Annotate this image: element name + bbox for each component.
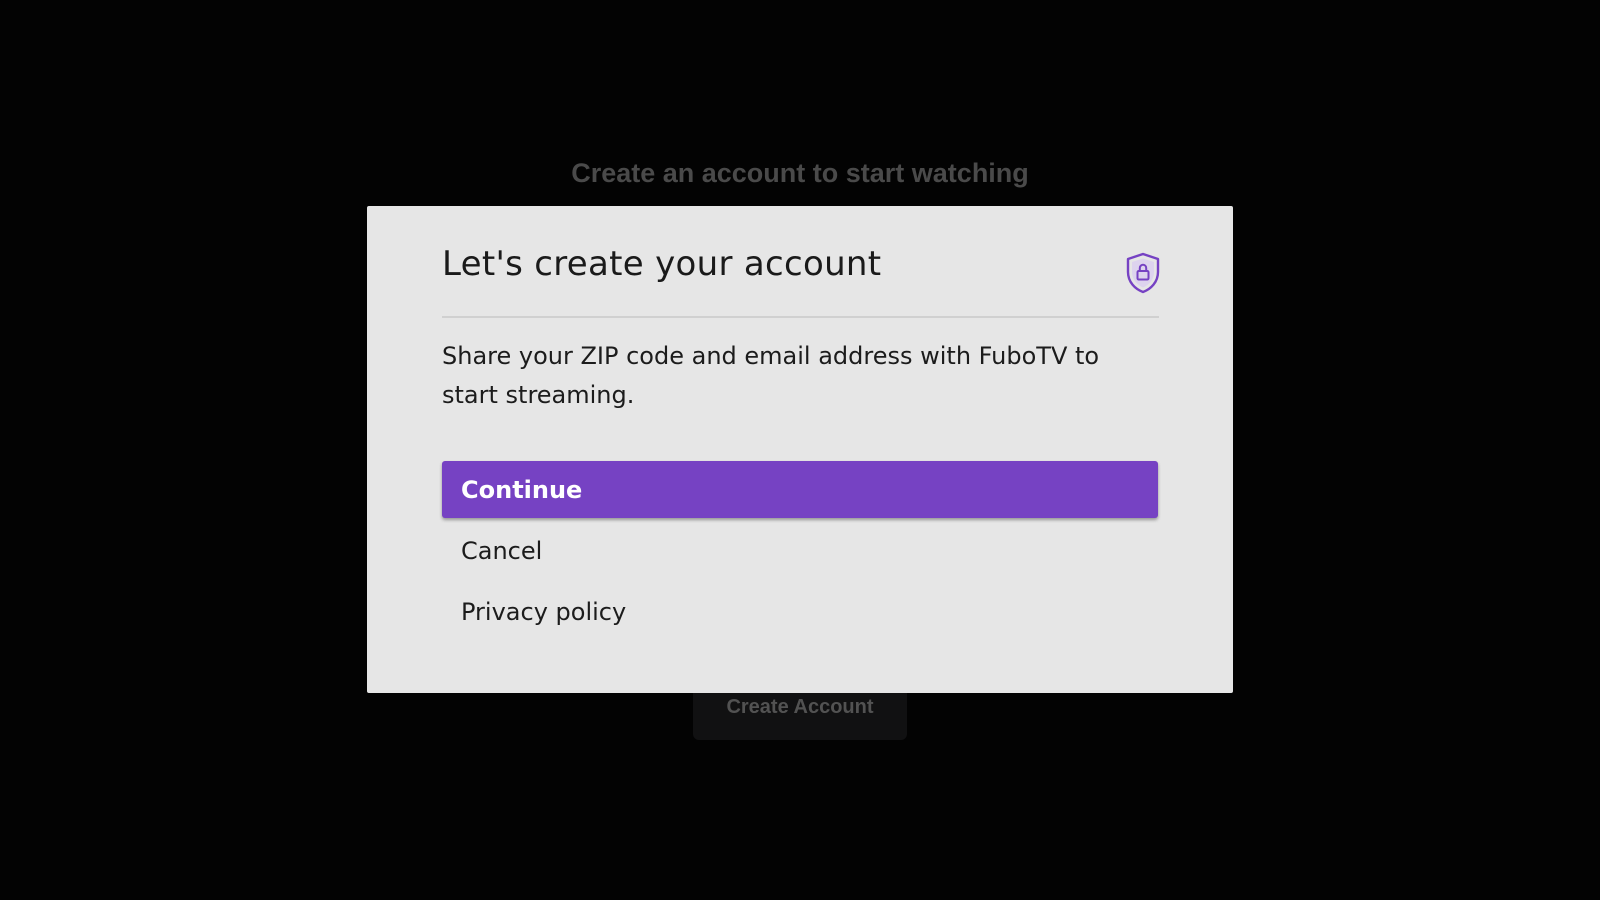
- shield-lock-icon: [1126, 252, 1160, 294]
- background-heading: Create an account to start watching: [571, 158, 1029, 188]
- screen: Create an account to start watching Crea…: [0, 0, 1600, 900]
- dialog-description: Share your ZIP code and email address wi…: [442, 342, 1100, 409]
- create-account-dialog: Let's create your account Share your ZIP…: [367, 206, 1233, 693]
- dialog-divider: [442, 316, 1159, 318]
- cancel-button[interactable]: Cancel: [442, 522, 1158, 579]
- continue-button[interactable]: Continue: [442, 461, 1158, 518]
- privacy-policy-link[interactable]: Privacy policy: [442, 583, 1158, 640]
- dialog-title: Let's create your account: [442, 244, 882, 284]
